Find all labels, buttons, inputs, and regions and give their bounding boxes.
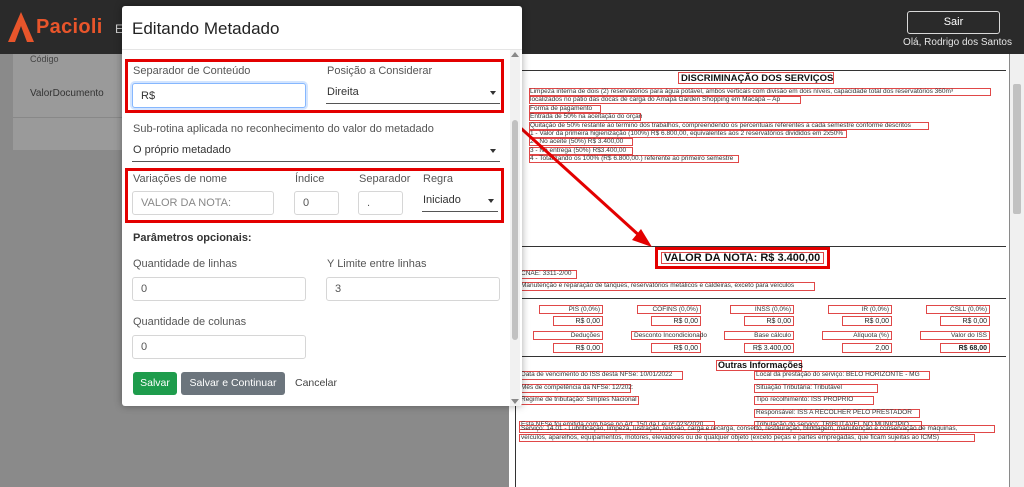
subrotina-label: Sub-rotina aplicada no reconhecimento do…	[133, 123, 434, 135]
qtd-colunas-label: Quantidade de colunas	[133, 316, 247, 328]
scrollbar-thumb[interactable]	[512, 120, 518, 340]
tax-label: CSLL (0,0%)	[926, 305, 990, 314]
chevron-down-icon	[490, 149, 496, 153]
dialog-scrollbar[interactable]	[510, 50, 520, 406]
cancel-button[interactable]: Cancelar	[290, 372, 342, 395]
outras-right-line: Tipo recolhimento: ISS PRÓPRIO	[756, 396, 854, 403]
cnae-description: Manutenção e reparação de tanques, reser…	[521, 282, 795, 289]
service-line: Quitação de 50% restante ao termino dos …	[530, 121, 911, 129]
tax-value: R$ 0,00	[940, 316, 990, 326]
scroll-up-icon[interactable]	[511, 52, 519, 57]
tax-value: R$ 0,00	[651, 316, 701, 326]
document-rule	[516, 298, 1006, 299]
divider	[13, 117, 123, 118]
cnae-code: CNAE: 3311-2/00	[521, 270, 572, 277]
service-line: Limpeza interna de dois (2) reservatório…	[530, 88, 954, 95]
service-line: 4 - Totalizando os 100% (R$ 6.800,00.) r…	[530, 155, 734, 163]
dialog-title: Editando Metadado	[132, 19, 280, 38]
service-line: 2 - No aceite (50%) R$ 3.400,00	[530, 138, 624, 146]
save-continue-button[interactable]: Salvar e Continuar	[181, 372, 285, 395]
document-section-title: DISCRIMINAÇÃO DOS SERVIÇOS	[681, 73, 834, 84]
highlight-variacoes-regra	[125, 168, 504, 223]
subrotina-value: O próprio metadado	[133, 144, 231, 156]
outras-right-line: Situação Tributária: Tributável	[756, 383, 842, 391]
tax-label: INSS (0,0%)	[730, 305, 794, 314]
outras-informacoes-title: Outras Informações	[718, 360, 804, 370]
valor-nota-text: VALOR DA NOTA: R$ 3.400,00	[661, 252, 824, 264]
subrotina-select[interactable]: O próprio metadado	[132, 140, 500, 162]
tax-label: Deduções	[533, 331, 603, 340]
qtd-colunas-input[interactable]	[132, 335, 306, 359]
outras-left-line: Mês de competência da NFSe: 12/2021	[521, 383, 633, 391]
tax-label: Valor do ISS	[920, 331, 990, 340]
service-line: 1 - Valor da primeira higienização (100%…	[530, 130, 844, 137]
outras-right-line: Local da prestação do serviço: BELO HORI…	[756, 371, 920, 378]
tax-label: Base cálculo	[724, 331, 794, 340]
tax-value: R$ 0,00	[553, 316, 603, 326]
service-line: Forma de pagamento	[530, 104, 593, 112]
document-scrollbar[interactable]	[1010, 54, 1024, 487]
document-rule	[516, 70, 1006, 71]
highlight-separador-posicao	[125, 59, 504, 113]
outras-left-line: Data de vencimento do ISS desta NFSe: 10…	[521, 371, 673, 378]
tax-label: Alíquota (%)	[822, 331, 892, 340]
tax-value: R$ 3.400,00	[744, 343, 794, 353]
brand-name: Pacioli	[36, 15, 103, 38]
qtd-linhas-label: Quantidade de linhas	[133, 258, 237, 270]
tax-value: 2,00	[842, 343, 892, 353]
tax-value: R$ 0,00	[842, 316, 892, 326]
tax-value: R$ 0,00	[553, 343, 603, 353]
user-greeting: Olá, Rodrigo dos Santos	[903, 37, 1012, 48]
list-item[interactable]: Código	[30, 54, 59, 64]
divider	[122, 49, 522, 50]
tax-label: Desconto Incondicionado	[631, 331, 707, 340]
servico-line: veículos, aparelhos, equipamentos, motor…	[521, 434, 940, 441]
service-line: Entrada de 50% na aceitação do orçamento	[530, 113, 642, 121]
y-limite-label: Y Limite entre linhas	[327, 258, 427, 270]
service-line: 3 - Na entrega (50%) R$3.400,00	[530, 146, 627, 154]
outras-right-line: Responsável: ISS A RECOLHER PELO PRESTAD…	[756, 408, 912, 416]
pacioli-logo-icon	[8, 12, 34, 42]
tax-value: R$ 0,00	[744, 316, 794, 326]
document-rule	[516, 356, 1006, 357]
y-limite-input[interactable]	[326, 277, 500, 301]
save-button[interactable]: Salvar	[133, 372, 177, 395]
logout-button[interactable]: Sair	[907, 11, 1000, 34]
scrollbar-thumb[interactable]	[1013, 84, 1021, 214]
list-item[interactable]: ValorDocumento	[30, 88, 104, 99]
qtd-linhas-input[interactable]	[132, 277, 306, 301]
brand-logo[interactable]: Pacioli	[8, 12, 103, 42]
parametros-opcionais-title: Parâmetros opcionais:	[133, 232, 252, 244]
tax-value: R$ 68,00	[940, 343, 990, 353]
metadata-list	[13, 54, 123, 150]
tax-label: PIS (0,0%)	[539, 305, 603, 314]
tax-value: R$ 0,00	[651, 343, 701, 353]
outras-left-line: Regime de tributação: Simples Nacional	[521, 396, 637, 403]
tax-label: IR (0,0%)	[828, 305, 892, 314]
servico-line: Serviço: 14.01 - Lubrificação, limpeza, …	[521, 425, 958, 432]
scroll-down-icon[interactable]	[511, 399, 519, 404]
service-line: localizados no pátio das docas de carga …	[530, 96, 781, 104]
tax-label: COFINS (0,0%)	[637, 305, 701, 314]
